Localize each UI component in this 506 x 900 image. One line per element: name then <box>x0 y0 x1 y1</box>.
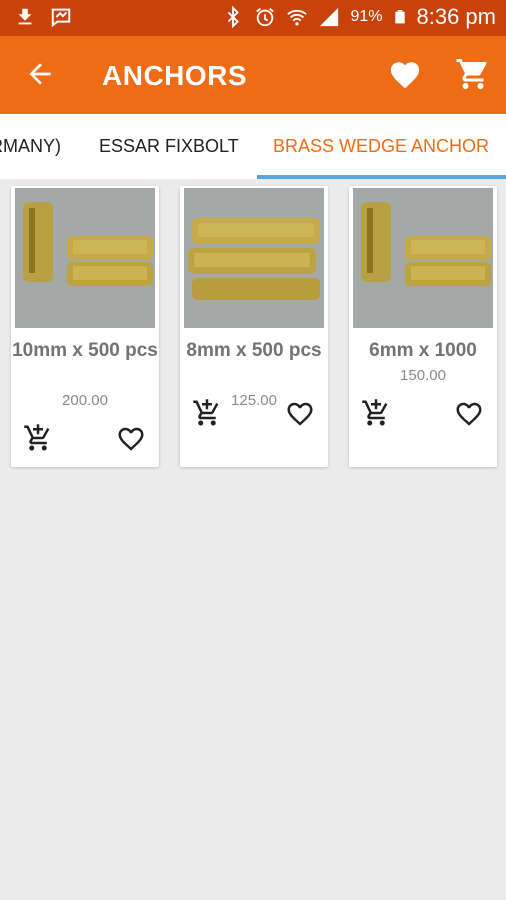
product-image[interactable] <box>353 188 493 328</box>
add-to-cart-icon[interactable] <box>192 398 222 428</box>
add-to-cart-icon[interactable] <box>361 398 391 428</box>
favorite-icon[interactable] <box>116 424 146 454</box>
product-card[interactable]: 10mm x 500 pcs 200.00 <box>11 186 159 467</box>
tab-indicator <box>257 175 506 179</box>
product-name[interactable]: 10mm x 500 pcs <box>11 338 159 364</box>
bluetooth-icon <box>228 6 240 28</box>
cart-icon[interactable] <box>455 56 491 92</box>
messenger-icon <box>51 8 71 28</box>
product-name[interactable]: 6mm x 1000 <box>349 338 497 364</box>
product-image[interactable] <box>15 188 155 328</box>
alarm-icon <box>256 8 275 27</box>
wifi-icon <box>287 9 308 26</box>
product-price: 150.00 <box>400 367 446 384</box>
product-price: 200.00 <box>62 392 108 409</box>
heart-icon[interactable] <box>388 58 422 92</box>
category-tabs: RMANY) ESSAR FIXBOLT BRASS WEDGE ANCHOR <box>0 114 506 179</box>
signal-icon <box>320 7 339 27</box>
add-to-cart-icon[interactable] <box>23 423 53 453</box>
app-bar: ANCHORS <box>0 36 506 114</box>
back-arrow-icon[interactable] <box>24 58 56 90</box>
favorite-icon[interactable] <box>454 399 484 429</box>
battery-percent: 91% <box>350 8 383 25</box>
product-name[interactable]: 8mm x 500 pcs <box>180 338 328 364</box>
tab-germany[interactable]: RMANY) <box>0 114 61 179</box>
page-title: ANCHORS <box>102 60 248 91</box>
battery-icon <box>394 10 405 24</box>
status-bar: 91% 8:36 pm <box>0 0 506 36</box>
clock: 8:36 pm <box>416 4 497 29</box>
product-card[interactable]: 8mm x 500 pcs 125.00 <box>180 186 328 467</box>
product-card[interactable]: 6mm x 1000 150.00 <box>349 186 497 467</box>
download-icon <box>18 8 32 25</box>
tab-brass-wedge-anchor[interactable]: BRASS WEDGE ANCHOR <box>273 114 489 179</box>
product-image[interactable] <box>184 188 324 328</box>
tab-essar-fixbolt[interactable]: ESSAR FIXBOLT <box>99 114 239 179</box>
favorite-icon[interactable] <box>285 399 315 429</box>
